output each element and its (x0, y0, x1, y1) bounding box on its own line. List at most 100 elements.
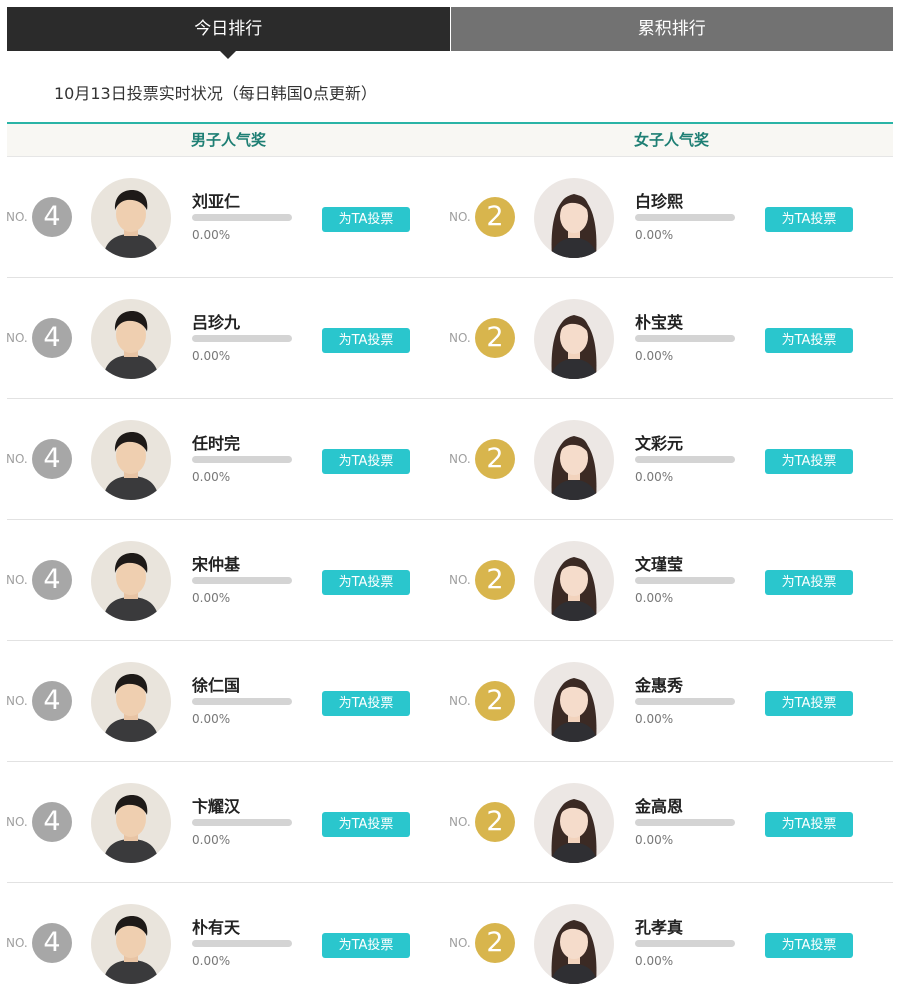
avatar[interactable] (91, 299, 171, 379)
ranking-row: NO. 4 徐仁国 0.00% 为TA投票 NO. 2 金惠秀 0.00% 为TA投票 (6, 641, 893, 762)
female-candidate-card: NO. 2 朴宝英 0.00% 为TA投票 (449, 278, 893, 398)
tab-cumulative-ranking[interactable]: 累积排行 (449, 7, 893, 51)
ranking-list: NO. 4 刘亚仁 0.00% 为TA投票 NO. 2 白珍熙 0.00% 为TA投票 NO. 4 吕珍… (6, 157, 893, 1000)
rank-badge: 4 (32, 439, 72, 479)
vote-button[interactable]: 为TA投票 (322, 328, 410, 353)
rank-no-label: NO. (6, 815, 28, 829)
vote-progress-bar (192, 698, 292, 705)
vote-button[interactable]: 为TA投票 (322, 812, 410, 837)
rank-no-label: NO. (6, 694, 28, 708)
candidate-name[interactable]: 金惠秀 (635, 672, 683, 696)
rank-badge: 4 (32, 560, 72, 600)
vote-button[interactable]: 为TA投票 (322, 570, 410, 595)
vote-button[interactable]: 为TA投票 (322, 691, 410, 716)
rank-badge: 2 (475, 197, 515, 237)
female-candidate-card: NO. 2 孔孝真 0.00% 为TA投票 (449, 883, 893, 1000)
vote-percentage: 0.00% (635, 833, 674, 847)
avatar[interactable] (91, 904, 171, 984)
vote-button[interactable]: 为TA投票 (765, 933, 853, 958)
portrait-photo (91, 783, 171, 863)
portrait-photo (534, 299, 614, 379)
candidate-name[interactable]: 金高恩 (635, 793, 683, 817)
vote-percentage: 0.00% (192, 712, 231, 726)
ranking-row: NO. 4 任时完 0.00% 为TA投票 NO. 2 文彩元 0.00% 为TA投票 (6, 399, 893, 520)
portrait-photo (534, 783, 614, 863)
male-category-title: 男子人气奖 (190, 131, 266, 149)
candidate-name[interactable]: 朴宝英 (635, 309, 683, 333)
candidate-name[interactable]: 卞耀汉 (192, 793, 240, 817)
portrait-photo (91, 299, 171, 379)
female-candidate-card: NO. 2 文瑾莹 0.00% 为TA投票 (449, 520, 893, 640)
vote-button[interactable]: 为TA投票 (322, 449, 410, 474)
female-candidate-card: NO. 2 金高恩 0.00% 为TA投票 (449, 762, 893, 882)
vote-button[interactable]: 为TA投票 (322, 933, 410, 958)
candidate-name[interactable]: 吕珍九 (192, 309, 240, 333)
avatar[interactable] (91, 420, 171, 500)
rank-badge: 4 (32, 318, 72, 358)
vote-progress-bar (635, 819, 735, 826)
vote-progress-bar (635, 577, 735, 584)
vote-percentage: 0.00% (192, 349, 231, 363)
vote-percentage: 0.00% (635, 349, 674, 363)
avatar[interactable] (534, 178, 614, 258)
male-candidate-card: NO. 4 宋仲基 0.00% 为TA投票 (6, 520, 450, 640)
avatar[interactable] (534, 904, 614, 984)
vote-progress-bar (635, 940, 735, 947)
ranking-row: NO. 4 吕珍九 0.00% 为TA投票 NO. 2 朴宝英 0.00% 为TA投票 (6, 278, 893, 399)
rank-no-label: NO. (449, 573, 471, 587)
vote-button[interactable]: 为TA投票 (765, 570, 853, 595)
avatar[interactable] (534, 662, 614, 742)
candidate-name[interactable]: 刘亚仁 (192, 188, 240, 212)
female-candidate-card: NO. 2 白珍熙 0.00% 为TA投票 (449, 157, 893, 277)
avatar[interactable] (91, 783, 171, 863)
vote-percentage: 0.00% (192, 470, 231, 484)
vote-button[interactable]: 为TA投票 (765, 691, 853, 716)
male-candidate-card: NO. 4 任时完 0.00% 为TA投票 (6, 399, 450, 519)
rank-no-label: NO. (449, 815, 471, 829)
tab-today-ranking[interactable]: 今日排行 (7, 7, 450, 59)
candidate-name[interactable]: 徐仁国 (192, 672, 240, 696)
rank-no-label: NO. (6, 452, 28, 466)
avatar[interactable] (91, 662, 171, 742)
candidate-name[interactable]: 文瑾莹 (635, 551, 683, 575)
avatar[interactable] (534, 420, 614, 500)
male-candidate-card: NO. 4 徐仁国 0.00% 为TA投票 (6, 641, 450, 761)
rank-no-label: NO. (6, 936, 28, 950)
vote-percentage: 0.00% (635, 954, 674, 968)
vote-button[interactable]: 为TA投票 (765, 449, 853, 474)
vote-percentage: 0.00% (635, 228, 674, 242)
avatar[interactable] (534, 299, 614, 379)
vote-progress-bar (192, 940, 292, 947)
tab-today-label: 今日排行 (194, 19, 263, 39)
avatar[interactable] (91, 541, 171, 621)
female-candidate-card: NO. 2 金惠秀 0.00% 为TA投票 (449, 641, 893, 761)
rank-badge: 2 (475, 560, 515, 600)
candidate-name[interactable]: 朴有天 (192, 914, 240, 938)
avatar[interactable] (534, 783, 614, 863)
portrait-photo (534, 420, 614, 500)
category-header: 男子人气奖 女子人气奖 (7, 122, 893, 157)
rank-no-label: NO. (449, 331, 471, 345)
vote-button[interactable]: 为TA投票 (322, 207, 410, 232)
candidate-name[interactable]: 文彩元 (635, 430, 683, 454)
male-candidate-card: NO. 4 刘亚仁 0.00% 为TA投票 (6, 157, 450, 277)
vote-button[interactable]: 为TA投票 (765, 812, 853, 837)
portrait-photo (91, 541, 171, 621)
vote-progress-bar (192, 819, 292, 826)
candidate-name[interactable]: 宋仲基 (192, 551, 240, 575)
rank-badge: 2 (475, 681, 515, 721)
tab-cumulative-label: 累积排行 (637, 19, 706, 39)
avatar[interactable] (534, 541, 614, 621)
male-candidate-card: NO. 4 吕珍九 0.00% 为TA投票 (6, 278, 450, 398)
vote-button[interactable]: 为TA投票 (765, 207, 853, 232)
vote-progress-bar (635, 456, 735, 463)
candidate-name[interactable]: 白珍熙 (635, 188, 683, 212)
candidate-name[interactable]: 任时完 (192, 430, 240, 454)
vote-button[interactable]: 为TA投票 (765, 328, 853, 353)
avatar[interactable] (91, 178, 171, 258)
rank-no-label: NO. (6, 331, 28, 345)
portrait-photo (91, 904, 171, 984)
vote-percentage: 0.00% (192, 833, 231, 847)
candidate-name[interactable]: 孔孝真 (635, 914, 683, 938)
rank-no-label: NO. (6, 573, 28, 587)
